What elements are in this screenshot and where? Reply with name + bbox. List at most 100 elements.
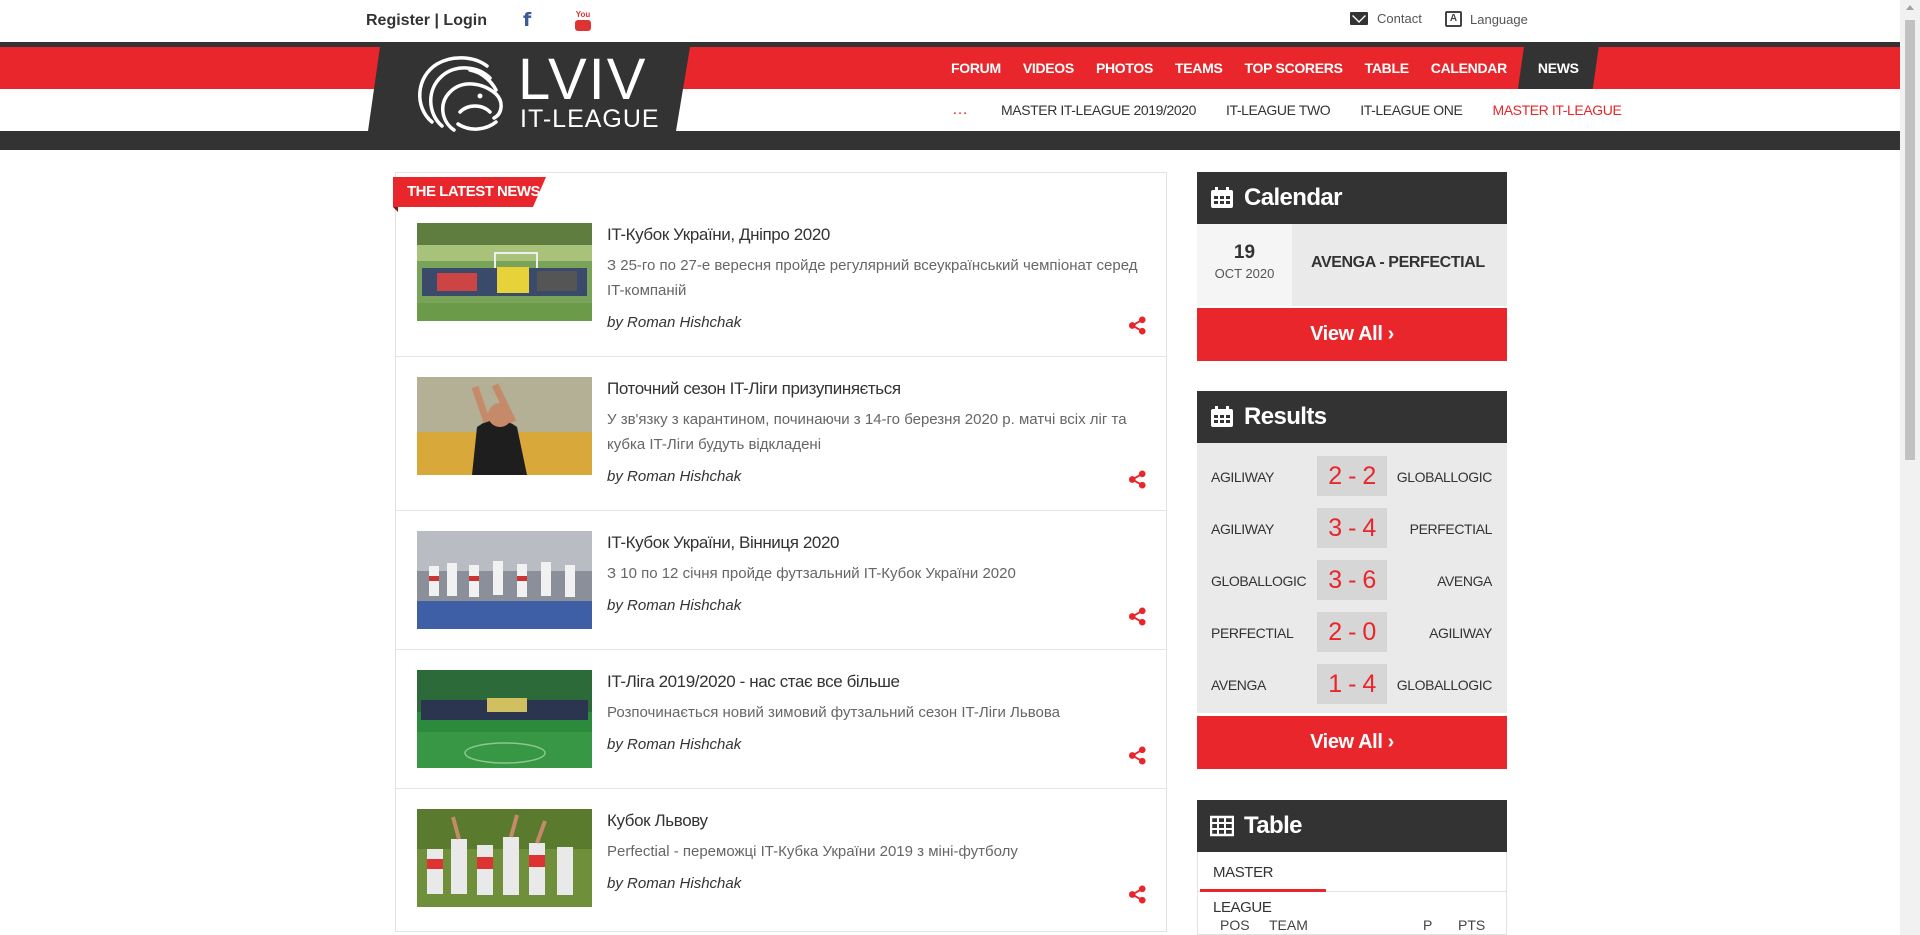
- calendar-view-all-button[interactable]: View All ›: [1197, 308, 1507, 361]
- news-thumbnail-image[interactable]: [417, 377, 592, 475]
- news-author: by Roman Hishchak: [607, 736, 741, 753]
- table-header-team: TEAM: [1269, 917, 1308, 933]
- main-nav: FORUM VIDEOS PHOTOS TEAMS TOP SCORERS TA…: [940, 47, 1599, 89]
- by-prefix: by: [607, 314, 623, 331]
- logo-title[interactable]: LVIV: [518, 50, 647, 110]
- news-item: IT-Кубок України, Вінниця 2020 З 10 по 1…: [396, 511, 1166, 650]
- share-icon[interactable]: [1128, 470, 1147, 489]
- logo-subtitle[interactable]: IT-LEAGUE: [520, 106, 660, 132]
- youtube-tube: [575, 20, 591, 31]
- subnav-it-league-two[interactable]: IT-LEAGUE TWO: [1211, 89, 1345, 131]
- news-title[interactable]: IT-Ліга 2019/2020 - нас стає все більше: [607, 672, 900, 692]
- language-icon: A: [1445, 11, 1462, 27]
- contact-link[interactable]: Contact: [1350, 11, 1422, 26]
- share-icon[interactable]: [1128, 316, 1147, 335]
- match-date: 19 OCT 2020: [1197, 224, 1292, 306]
- calendar-match-row[interactable]: 19 OCT 2020 AVENGA - PERFECTIAL: [1197, 224, 1507, 306]
- contact-label: Contact: [1377, 11, 1422, 26]
- lion-logo-icon[interactable]: [412, 52, 508, 142]
- auth-links: Register | Login: [366, 12, 487, 30]
- away-team: AVENGA: [1437, 573, 1492, 589]
- author-name: Roman Hishchak: [627, 736, 742, 753]
- news-thumbnail-image[interactable]: [417, 670, 592, 768]
- away-team: GLOBALLOGIC: [1396, 469, 1493, 485]
- table-widget-header: Table: [1197, 800, 1507, 852]
- news-item: Кубок Львову Perfectial - переможці IT-К…: [396, 789, 1166, 928]
- home-team: GLOBALLOGIC: [1211, 573, 1307, 589]
- nav-table[interactable]: TABLE: [1354, 47, 1420, 89]
- result-row[interactable]: AGILIWAY 3 - 4 PERFECTIAL: [1197, 508, 1507, 548]
- news-description: Розпочинається новий зимовий футзальний …: [607, 704, 1060, 721]
- news-title[interactable]: IT-Кубок України, Дніпро 2020: [607, 225, 830, 245]
- share-icon[interactable]: [1128, 885, 1147, 904]
- youtube-label: You: [575, 10, 591, 19]
- match-score: 3 - 6: [1317, 560, 1387, 600]
- subnav-master-2019-2020[interactable]: MASTER IT-LEAGUE 2019/2020: [986, 89, 1211, 131]
- register-link[interactable]: Register: [366, 12, 430, 29]
- top-bar: Register | Login f You Contact A Languag…: [0, 0, 1900, 42]
- facebook-icon[interactable]: f: [523, 9, 531, 31]
- tab-master-league[interactable]: MASTER LEAGUE: [1200, 855, 1326, 916]
- auth-separator: |: [434, 12, 439, 29]
- news-description: З 10 по 12 січня пройде футзальний IT-Ку…: [607, 565, 1016, 582]
- login-link[interactable]: Login: [443, 12, 487, 29]
- table-header-pos: POS: [1220, 917, 1250, 933]
- match-month: OCT 2020: [1214, 266, 1275, 281]
- result-row[interactable]: AVENGA 1 - 4 GLOBALLOGIC: [1197, 664, 1507, 704]
- result-row[interactable]: AGILIWAY 2 - 2 GLOBALLOGIC: [1197, 456, 1507, 496]
- author-name: Roman Hishchak: [627, 468, 742, 485]
- header-bottom-stripe: [0, 131, 1900, 150]
- result-row[interactable]: PERFECTIAL 2 - 0 AGILIWAY: [1197, 612, 1507, 652]
- subnav-it-league-one[interactable]: IT-LEAGUE ONE: [1345, 89, 1477, 131]
- news-item: IT-Ліга 2019/2020 - нас стає все більше …: [396, 650, 1166, 789]
- subnav-master-it-league[interactable]: MASTER IT-LEAGUE: [1477, 89, 1636, 131]
- news-author: by Roman Hishchak: [607, 597, 741, 614]
- nav-videos[interactable]: VIDEOS: [1012, 47, 1085, 89]
- calendar-widget-header: Calendar: [1197, 172, 1507, 224]
- news-title[interactable]: Кубок Львову: [607, 811, 708, 831]
- nav-forum[interactable]: FORUM: [940, 47, 1012, 89]
- news-title[interactable]: IT-Кубок України, Вінниця 2020: [607, 533, 839, 553]
- author-name: Roman Hishchak: [627, 314, 742, 331]
- news-thumbnail-image[interactable]: [417, 223, 592, 321]
- latest-news-heading: THE LATEST NEWS: [393, 177, 546, 207]
- calendar-icon: [1211, 187, 1233, 208]
- results-view-all-button[interactable]: View All ›: [1197, 716, 1507, 769]
- match-score: 2 - 0: [1317, 612, 1387, 652]
- home-team: AVENGA: [1211, 677, 1266, 693]
- news-description: У зв'язку з карантином, починаючи з 14-г…: [607, 411, 1127, 453]
- news-item: IT-Кубок України, Дніпро 2020 З 25-го по…: [396, 210, 1166, 357]
- nav-news[interactable]: NEWS: [1518, 47, 1599, 89]
- by-prefix: by: [607, 736, 623, 753]
- result-row[interactable]: GLOBALLOGIC 3 - 6 AVENGA: [1197, 560, 1507, 600]
- away-team: GLOBALLOGIC: [1396, 677, 1493, 693]
- home-team: AGILIWAY: [1211, 469, 1274, 485]
- nav-photos[interactable]: PHOTOS: [1085, 47, 1164, 89]
- table-icon: [1210, 815, 1234, 837]
- table-header-played: P: [1423, 917, 1433, 933]
- results-widget-header: Results: [1197, 391, 1507, 443]
- match-teams: AVENGA - PERFECTIAL: [1311, 254, 1485, 271]
- scrollbar-thumb[interactable]: [1905, 20, 1915, 460]
- news-thumbnail-image[interactable]: [417, 531, 592, 629]
- league-subnav: … MASTER IT-LEAGUE 2019/2020 IT-LEAGUE T…: [936, 89, 1636, 131]
- away-team: PERFECTIAL: [1409, 521, 1493, 537]
- away-team: AGILIWAY: [1429, 625, 1492, 641]
- nav-teams[interactable]: TEAMS: [1164, 47, 1234, 89]
- share-icon[interactable]: [1128, 607, 1147, 626]
- envelope-icon: [1350, 12, 1368, 25]
- results-list: AGILIWAY 2 - 2 GLOBALLOGIC AGILIWAY 3 - …: [1197, 443, 1507, 713]
- nav-calendar[interactable]: CALENDAR: [1420, 47, 1518, 89]
- subnav-more[interactable]: …: [936, 89, 986, 131]
- calendar-icon: [1211, 406, 1233, 427]
- nav-top-scorers[interactable]: TOP SCORERS: [1234, 47, 1354, 89]
- by-prefix: by: [607, 875, 623, 892]
- table-widget-title: Table: [1244, 812, 1303, 839]
- match-score: 2 - 2: [1317, 456, 1387, 496]
- news-title[interactable]: Поточний сезон IT-Ліги призупиняється: [607, 379, 901, 399]
- news-thumbnail-image[interactable]: [417, 809, 592, 907]
- scroll-up-arrow-icon[interactable]: [1906, 5, 1914, 10]
- share-icon[interactable]: [1128, 746, 1147, 765]
- youtube-icon[interactable]: You: [575, 10, 591, 31]
- language-link[interactable]: A Language: [1445, 11, 1528, 27]
